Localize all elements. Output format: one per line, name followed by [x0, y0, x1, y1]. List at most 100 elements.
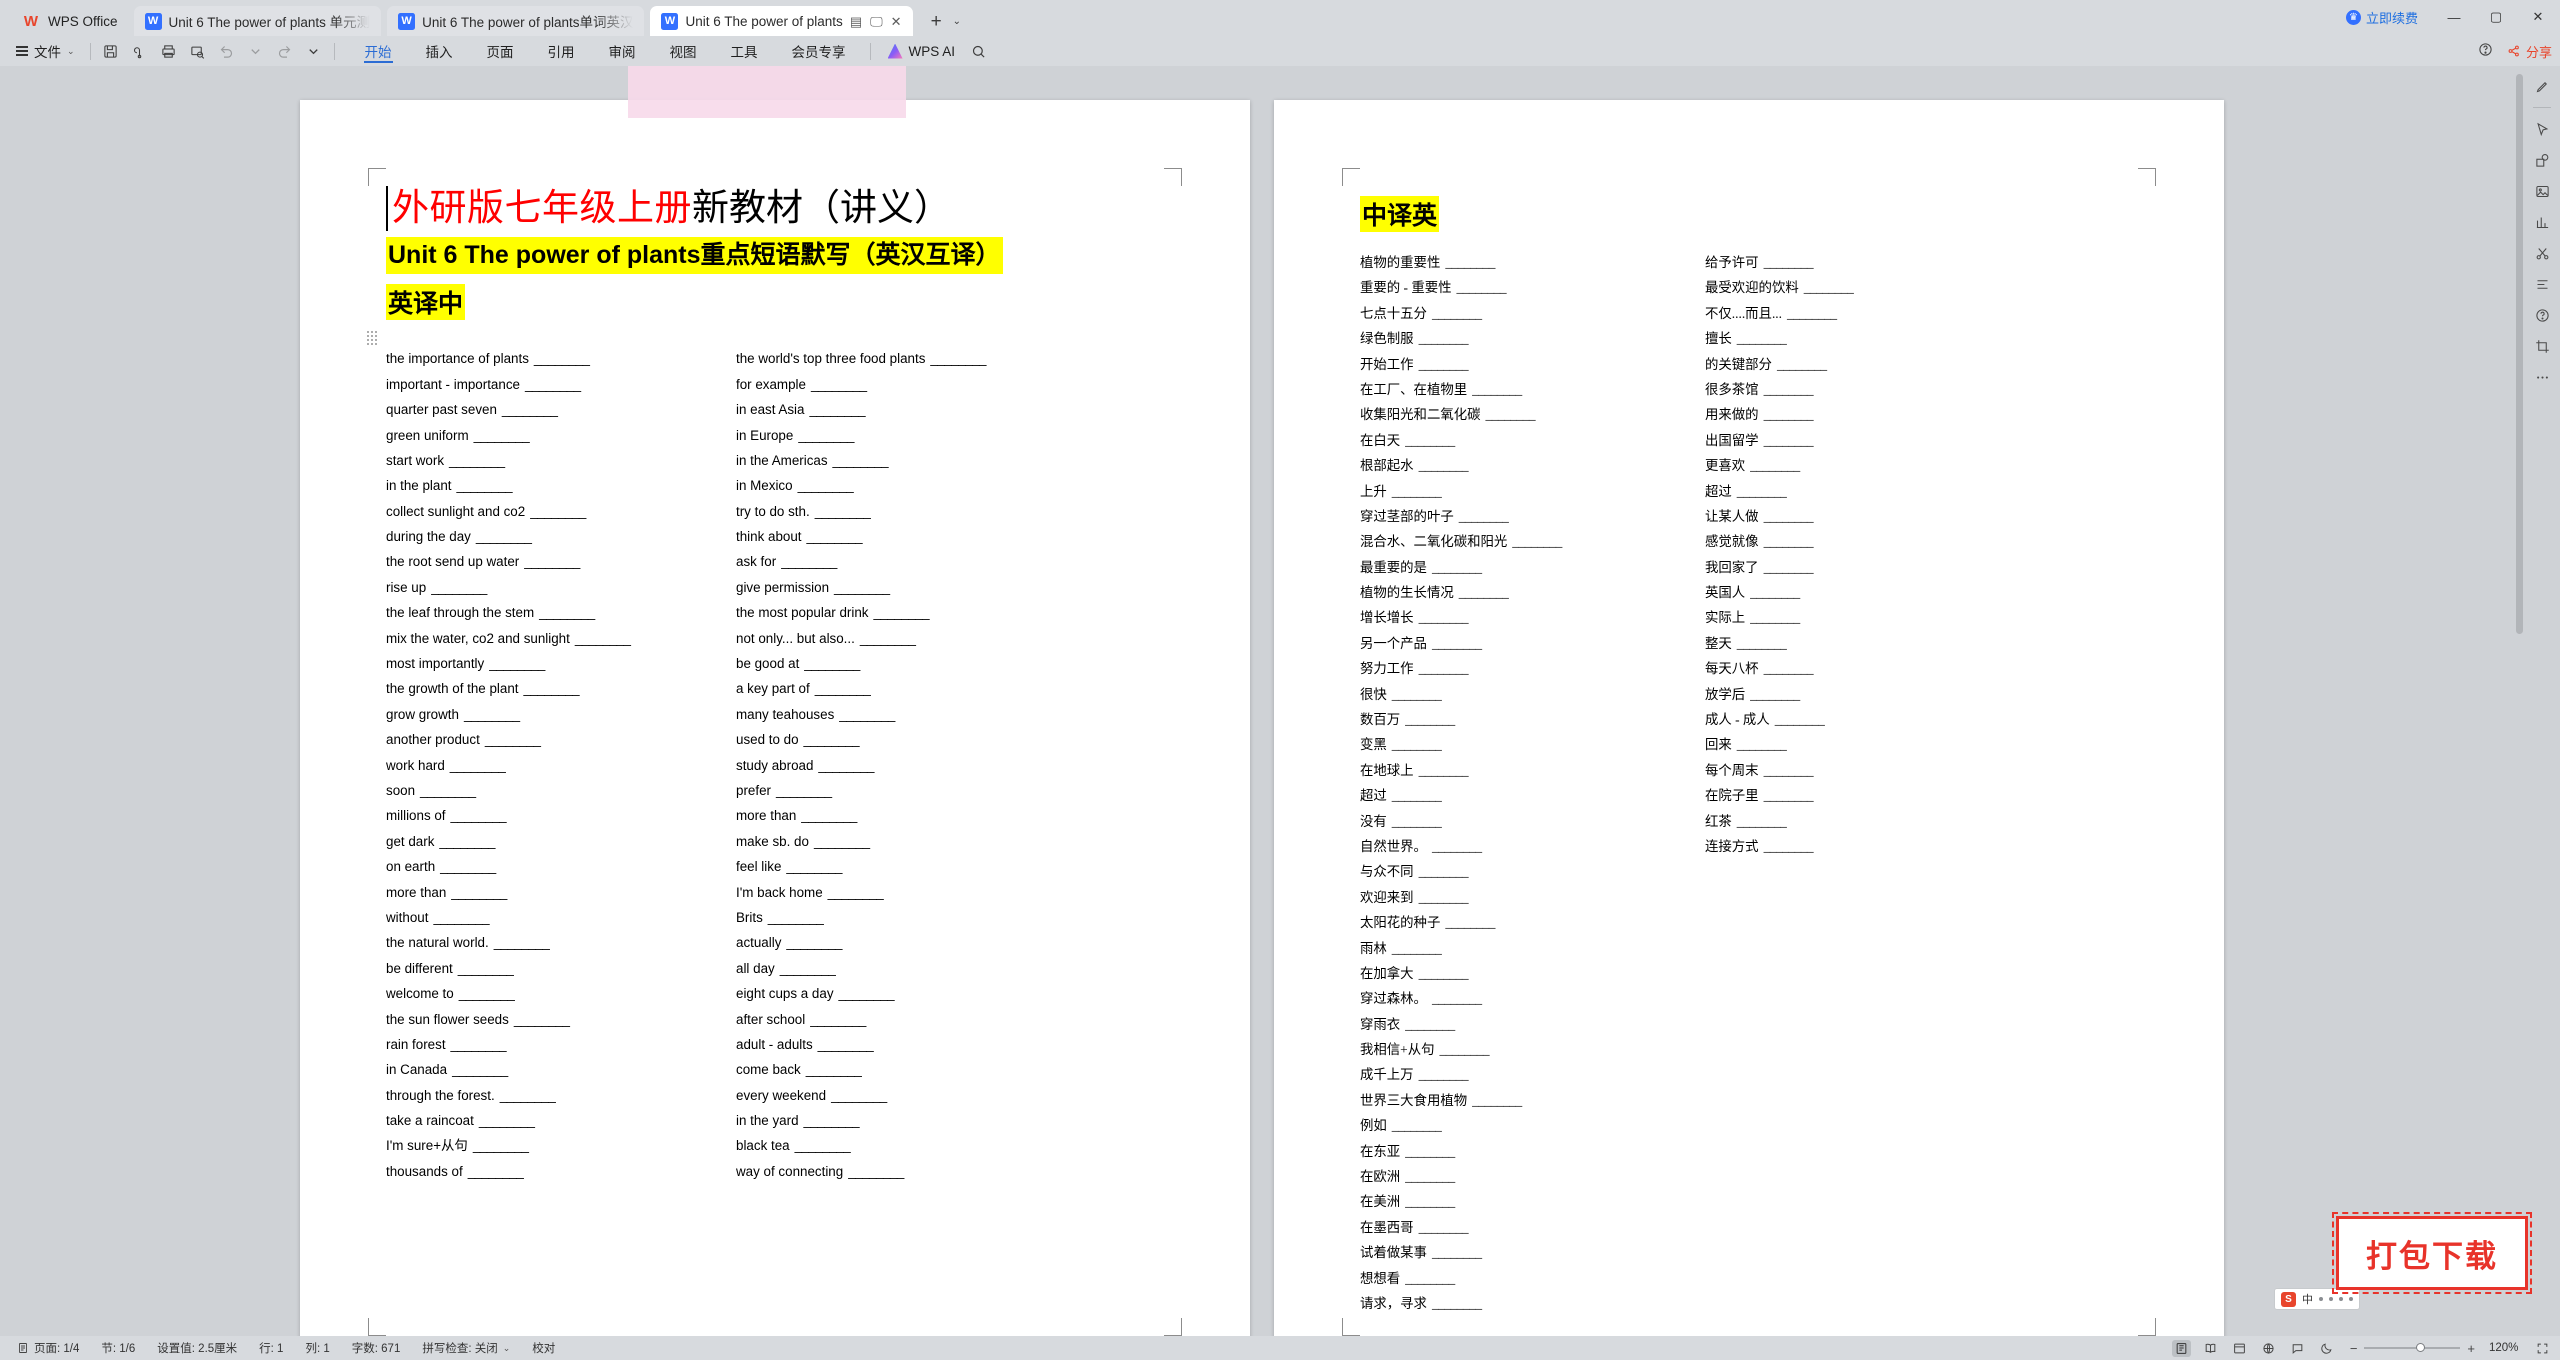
phrase-entry-cn[interactable]: 穿过茎部的叶子 ________ [1360, 504, 1705, 529]
answer-blank[interactable]: ________ [450, 758, 506, 772]
phrase-entry-en[interactable]: quarter past seven ________ [386, 397, 736, 422]
answer-blank[interactable]: ________ [1737, 814, 1787, 828]
minimize-icon[interactable]: — [2440, 4, 2468, 30]
answer-blank[interactable]: ________ [1512, 535, 1562, 549]
answer-blank[interactable]: ________ [1405, 1271, 1455, 1285]
answer-blank[interactable]: ________ [1750, 611, 1800, 625]
phrase-entry-en[interactable]: all day ________ [736, 956, 1164, 981]
vertical-scrollbar[interactable] [2514, 66, 2524, 1336]
plus-icon[interactable]: + [2467, 1341, 2475, 1356]
answer-blank[interactable]: ________ [575, 631, 631, 645]
phrase-entry-en[interactable]: the leaf through the stem ________ [386, 600, 736, 625]
phrase-entry-cn[interactable]: 每个周末 ________ [1705, 758, 2138, 783]
share-button[interactable]: 分享 [2507, 42, 2552, 61]
phrase-entry-cn[interactable]: 变黑 ________ [1360, 732, 1705, 757]
chevron-down-icon[interactable]: ⌄ [503, 1343, 511, 1354]
phrase-entry-en[interactable]: actually ________ [736, 930, 1164, 955]
phrase-entry-en[interactable]: ask for ________ [736, 550, 1164, 575]
answer-blank[interactable]: ________ [1419, 1220, 1469, 1234]
help-circle-icon[interactable] [2528, 301, 2556, 329]
status-column[interactable]: 列: 1 [294, 1340, 340, 1356]
phrase-entry-cn[interactable]: 整天 ________ [1705, 631, 2138, 656]
crop-icon[interactable] [2528, 332, 2556, 360]
phrase-entry-cn[interactable]: 最重要的是 ________ [1360, 555, 1705, 580]
phrase-entry-en[interactable]: in Europe ________ [736, 423, 1164, 448]
phrase-entry-en[interactable]: Brits ________ [736, 905, 1164, 930]
answer-blank[interactable]: ________ [524, 555, 580, 569]
phrase-entry-cn[interactable]: 根部起水 ________ [1360, 453, 1705, 478]
phrase-entry-cn[interactable]: 放学后 ________ [1705, 682, 2138, 707]
phrase-entry-cn[interactable]: 连接方式 ________ [1705, 834, 2138, 859]
status-section[interactable]: 节: 1/6 [90, 1340, 146, 1356]
answer-blank[interactable]: ________ [1392, 789, 1442, 803]
answer-blank[interactable]: ________ [1440, 1043, 1490, 1057]
phrase-entry-cn[interactable]: 开始工作 ________ [1360, 352, 1705, 377]
phrase-entry-cn[interactable]: 让某人做 ________ [1705, 504, 2138, 529]
answer-blank[interactable]: ________ [806, 1063, 862, 1077]
answer-blank[interactable]: ________ [1419, 662, 1469, 676]
phrase-entry-en[interactable]: soon ________ [386, 778, 736, 803]
format-icon[interactable] [2528, 270, 2556, 298]
phrase-entry-cn[interactable]: 回来 ________ [1705, 732, 2138, 757]
answer-blank[interactable]: ________ [1405, 1017, 1455, 1031]
cloud-save-icon[interactable] [127, 39, 153, 63]
answer-blank[interactable]: ________ [457, 479, 513, 493]
answer-blank[interactable]: ________ [798, 479, 854, 493]
phrase-entry-cn[interactable]: 最受欢迎的饮料 ________ [1705, 275, 2138, 300]
phrase-entry-cn[interactable]: 在白天 ________ [1360, 428, 1705, 453]
image-icon[interactable] [2528, 177, 2556, 205]
answer-blank[interactable]: ________ [1457, 281, 1507, 295]
phrase-entry-cn[interactable]: 在东亚 ________ [1360, 1139, 1705, 1164]
answer-blank[interactable]: ________ [1432, 1246, 1482, 1260]
answer-blank[interactable]: ________ [1764, 763, 1814, 777]
answer-blank[interactable]: ________ [459, 987, 515, 1001]
ribbon-tab-member[interactable]: 会员专享 [775, 36, 863, 66]
plus-icon[interactable]: + [931, 12, 942, 31]
chevron-down-icon[interactable]: ⌄ [953, 16, 961, 27]
phrase-entry-cn[interactable]: 穿过森林。 ________ [1360, 986, 1705, 1011]
phrase-entry-cn[interactable]: 试着做某事 ________ [1360, 1240, 1705, 1265]
phrase-entry-en[interactable]: black tea ________ [736, 1133, 1164, 1158]
answer-blank[interactable]: ________ [1392, 1119, 1442, 1133]
phrase-entry-en[interactable]: in the Americas ________ [736, 448, 1164, 473]
phrase-entry-en[interactable]: in Canada ________ [386, 1057, 736, 1082]
download-watermark-stamp[interactable]: 打包下载 [2332, 1212, 2532, 1294]
phrase-entry-en[interactable]: start work ________ [386, 448, 736, 473]
dark-mode-icon[interactable] [2317, 1340, 2336, 1357]
fullscreen-icon[interactable] [2533, 1340, 2552, 1357]
phrase-entry-en[interactable]: adult - adults ________ [736, 1032, 1164, 1057]
phrase-entry-cn[interactable]: 每天八杯 ________ [1705, 656, 2138, 681]
answer-blank[interactable]: ________ [514, 1012, 570, 1026]
answer-blank[interactable]: ________ [502, 403, 558, 417]
phrase-entry-cn[interactable]: 我相信+从句 ________ [1360, 1037, 1705, 1062]
phrase-entry-cn[interactable]: 擅长 ________ [1705, 326, 2138, 351]
phrase-entry-cn[interactable]: 没有 ________ [1360, 809, 1705, 834]
phrase-entry-en[interactable]: rain forest ________ [386, 1032, 736, 1057]
answer-blank[interactable]: ________ [1392, 941, 1442, 955]
phrase-entry-cn[interactable]: 用来做的 ________ [1705, 402, 2138, 427]
customize-dropdown-icon[interactable] [301, 39, 327, 63]
answer-blank[interactable]: ________ [839, 987, 895, 1001]
answer-blank[interactable]: ________ [534, 352, 590, 366]
phrase-entry-en[interactable]: during the day ________ [386, 524, 736, 549]
phrase-entry-cn[interactable]: 混合水、二氧化碳和阳光 ________ [1360, 529, 1705, 554]
phrase-entry-en[interactable]: without ________ [386, 905, 736, 930]
phrase-entry-cn[interactable]: 例如 ________ [1360, 1113, 1705, 1138]
answer-blank[interactable]: ________ [433, 911, 489, 925]
comment-icon[interactable] [2288, 1340, 2307, 1357]
shapes-icon[interactable] [2528, 146, 2556, 174]
scrollbar-thumb[interactable] [2516, 74, 2523, 634]
status-row[interactable]: 行: 1 [248, 1340, 294, 1356]
phrase-entry-cn[interactable]: 给予许可 ________ [1705, 250, 2138, 275]
answer-blank[interactable]: ________ [1764, 535, 1814, 549]
phrase-entry-cn[interactable]: 在欧洲 ________ [1360, 1164, 1705, 1189]
phrase-entry-cn[interactable]: 植物的生长情况 ________ [1360, 580, 1705, 605]
phrase-entry-en[interactable]: most importantly ________ [386, 651, 736, 676]
answer-blank[interactable]: ________ [780, 961, 836, 975]
phrase-entry-en[interactable]: in the plant ________ [386, 473, 736, 498]
phrase-entry-en[interactable]: more than ________ [736, 803, 1164, 828]
phrase-entry-cn[interactable]: 努力工作 ________ [1360, 656, 1705, 681]
answer-blank[interactable]: ________ [781, 555, 837, 569]
ribbon-tab-reference[interactable]: 引用 [531, 36, 592, 66]
answer-blank[interactable]: ________ [1405, 1170, 1455, 1184]
